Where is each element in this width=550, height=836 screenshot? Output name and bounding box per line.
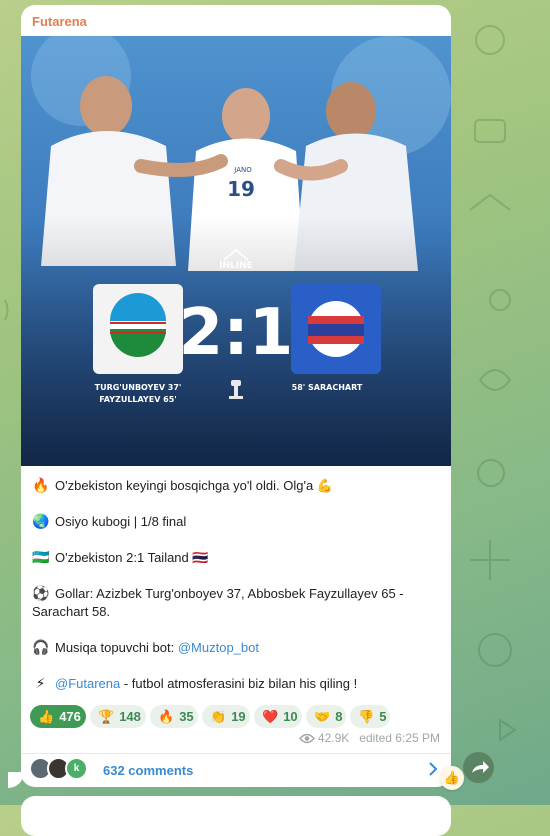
thailand-flag-card xyxy=(291,284,381,374)
recent-reaction-badge[interactable]: 👍 xyxy=(440,766,464,790)
reaction-fire[interactable]: 🔥 35 xyxy=(150,705,198,728)
home-scorer-2: FAYZULLAYEV 65' xyxy=(99,395,177,404)
post-line-6: ⚡ @Futarena - futbol atmosferasini biz bi… xyxy=(32,674,358,693)
match-score: 2:1 xyxy=(179,296,294,370)
uzbekistan-flag-icon: 🇺🇿 xyxy=(32,549,50,565)
next-post-bubble xyxy=(21,796,451,836)
chevron-right-icon xyxy=(429,762,438,776)
post-line-5: 🎧 Musiqa topuvchi bot: @Muztop_bot xyxy=(32,639,259,655)
fire-icon: 🔥 xyxy=(32,477,50,493)
globe-icon: 🌏 xyxy=(32,513,50,529)
share-icon xyxy=(472,761,489,773)
reaction-thumbs-up[interactable]: 👍 476 xyxy=(30,705,86,728)
post-line-3: 🇺🇿 O'zbekiston 2:1 Tailand 🇹🇭 xyxy=(32,549,209,565)
svg-text:JANO: JANO xyxy=(233,166,252,174)
away-scorer-1: 58' SARACHART xyxy=(292,383,363,392)
lightning-icon: ⚡ xyxy=(35,675,46,691)
reaction-clap[interactable]: 👏 19 xyxy=(202,705,250,728)
eye-icon xyxy=(298,733,315,744)
post-photo[interactable]: 19 JANO INLINE 2:1 TURG'UNBOYEV 37' FAYZ… xyxy=(21,36,451,466)
muztop-bot-link[interactable]: @Muztop_bot xyxy=(178,640,259,655)
post-line-4: ⚽ Gollar: Azizbek Turg'onboyev 37, Abbosb… xyxy=(32,585,404,619)
comments-bar[interactable]: k 632 comments xyxy=(21,754,451,787)
soccer-ball-icon: ⚽ xyxy=(32,585,50,601)
reaction-thumbs-down[interactable]: 👎 5 xyxy=(350,705,390,728)
post-meta: 42.9K edited 6:25 PM xyxy=(298,731,440,745)
reaction-handshake[interactable]: 🤝 8 xyxy=(306,705,346,728)
uzbekistan-flag-card xyxy=(93,284,183,374)
reaction-heart[interactable]: ❤️ 10 xyxy=(254,705,302,728)
post-line-1: 🔥 O'zbekiston keyingi bosqichga yo'l oldi… xyxy=(32,477,333,493)
comments-count-label[interactable]: 632 comments xyxy=(103,763,193,778)
view-count: 42.9K xyxy=(317,731,350,745)
futarena-link[interactable]: @Futarena xyxy=(55,676,120,691)
reaction-trophy[interactable]: 🏆 148 xyxy=(90,705,146,728)
match-result-graphic: 19 JANO INLINE 2:1 TURG'UNBOYEV 37' FAYZ… xyxy=(21,36,451,466)
avatar: k xyxy=(65,757,88,780)
commenter-avatars: k xyxy=(29,757,99,781)
svg-text:19: 19 xyxy=(227,177,255,201)
share-button[interactable] xyxy=(463,752,494,783)
headphones-icon: 🎧 xyxy=(32,639,50,655)
edited-time: edited 6:25 PM xyxy=(359,731,440,745)
channel-name[interactable]: Futarena xyxy=(32,14,87,29)
home-scorer-1: TURG'UNBOYEV 37' xyxy=(95,383,182,392)
post-line-2: 🌏 Osiyo kubogi | 1/8 final xyxy=(32,513,187,529)
inline-logo: INLINE xyxy=(219,261,253,271)
channel-post-bubble: Futarena 19 JANO INLINE 2:1 TURG'UNBOYEV… xyxy=(21,5,451,787)
